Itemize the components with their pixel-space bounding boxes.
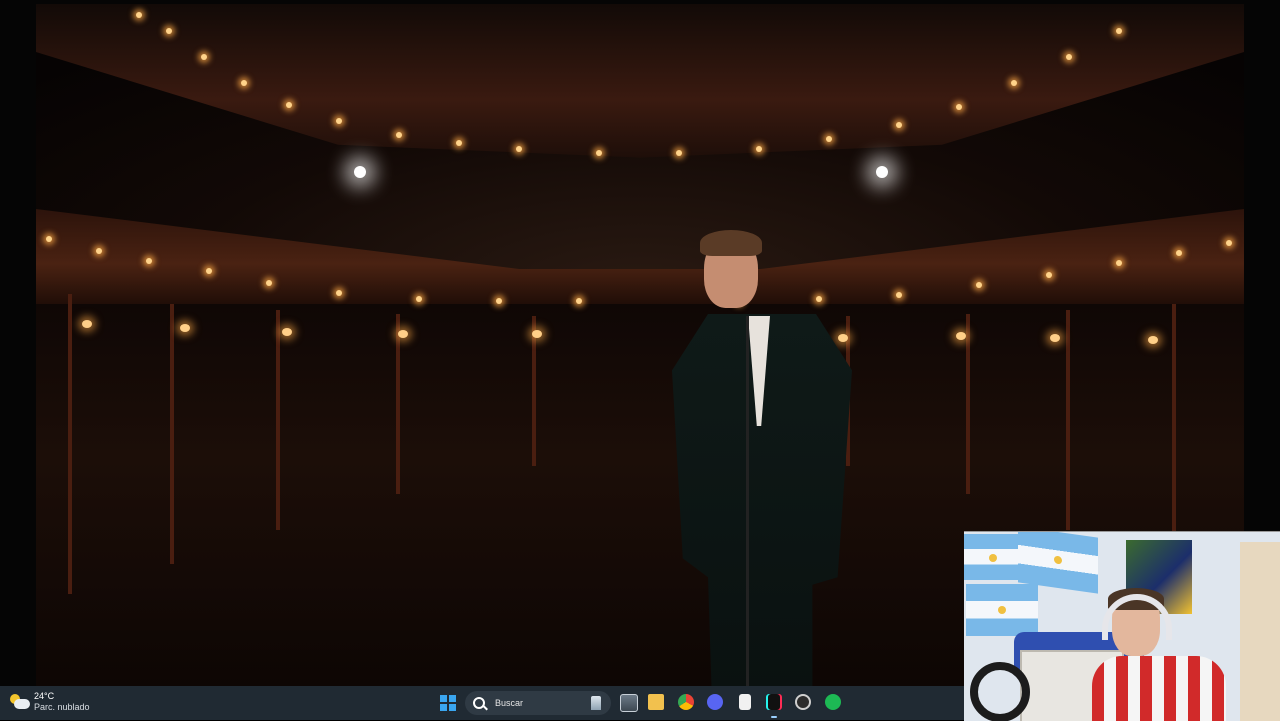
file-explorer-icon[interactable] (648, 694, 664, 710)
webcam-overlay (964, 531, 1280, 721)
balcony-bulb (201, 54, 207, 60)
balcony-bulb (1226, 240, 1232, 246)
singer-hair (700, 230, 762, 256)
partly-cloudy-icon (10, 693, 30, 711)
singer-figure (656, 230, 866, 686)
balcony-bulb (336, 290, 342, 296)
balcony-bulb (266, 280, 272, 286)
balcony-bulb (976, 282, 982, 288)
wall-lamp (180, 324, 190, 332)
sun-icon (989, 553, 998, 562)
obs-icon[interactable] (795, 694, 811, 710)
wall-lamp (1148, 336, 1158, 344)
balcony-bulb (596, 150, 602, 156)
lower-balcony (36, 209, 1244, 309)
search-icon (473, 697, 485, 709)
start-button[interactable] (440, 695, 456, 711)
balcony-bulb (676, 150, 682, 156)
balcony-bulb (241, 80, 247, 86)
weather-widget[interactable]: 24°C Parc. nublado (10, 691, 90, 713)
balcony-bulb (286, 102, 292, 108)
balcony-bulb (1066, 54, 1072, 60)
balcony-bulb (166, 28, 172, 34)
pillar (68, 294, 72, 594)
balcony-bulb (1116, 28, 1122, 34)
sun-icon (1054, 555, 1062, 565)
wall-lamp (82, 320, 92, 328)
pillar (532, 316, 536, 466)
wall-lamp (1050, 334, 1060, 342)
sun-icon (998, 606, 1007, 615)
balcony-bulb (896, 122, 902, 128)
discord-icon[interactable] (707, 694, 723, 710)
person-jersey (1092, 656, 1226, 721)
balcony-bulb (576, 298, 582, 304)
balcony-bulb (1011, 80, 1017, 86)
wall-lamp (956, 332, 966, 340)
pillar (1172, 304, 1176, 564)
upper-balcony (36, 4, 1244, 158)
balcony-bulb (756, 146, 762, 152)
pillar (396, 314, 400, 494)
pillar (276, 310, 280, 530)
balcony-bulb (46, 236, 52, 242)
balcony-bulb (96, 248, 102, 254)
lighthouse-icon (591, 696, 601, 710)
argentina-flag (966, 584, 1038, 636)
spotlight-left (354, 166, 366, 178)
active-indicator (771, 716, 777, 718)
balcony-bulb (206, 268, 212, 274)
cabinet (1240, 542, 1280, 721)
pillar (1066, 310, 1070, 530)
balcony-bulb (416, 296, 422, 302)
pillar (966, 314, 970, 494)
balcony-bulb (1176, 250, 1182, 256)
balcony-bulb (456, 140, 462, 146)
pillar (170, 304, 174, 564)
wall-lamp (398, 330, 408, 338)
balcony-bulb (1046, 272, 1052, 278)
spotlight-right (876, 166, 888, 178)
balcony-bulb (516, 146, 522, 152)
balcony-bulb (896, 292, 902, 298)
tiktok-icon[interactable] (766, 694, 782, 710)
wall-lamp (282, 328, 292, 336)
taskbar: 24°C Parc. nublado Buscar (0, 686, 964, 720)
search-placeholder: Buscar (495, 698, 524, 708)
search-box[interactable]: Buscar (465, 691, 611, 715)
steering-wheel (970, 662, 1030, 721)
balcony-bulb (496, 298, 502, 304)
weather-temperature: 24°C (34, 691, 55, 701)
balcony-bulb (136, 12, 142, 18)
microphone-stand (746, 316, 749, 686)
balcony-bulb (826, 136, 832, 142)
chrome-icon[interactable] (678, 694, 694, 710)
argentina-flag (964, 534, 1020, 580)
weather-condition: Parc. nublado (34, 702, 90, 712)
balcony-bulb (146, 258, 152, 264)
wall-lamp (532, 330, 542, 338)
balcony-bulb (956, 104, 962, 110)
task-view-icon[interactable] (620, 694, 638, 712)
spotify-icon[interactable] (825, 694, 841, 710)
balcony-bulb (396, 132, 402, 138)
balcony-bulb (1116, 260, 1122, 266)
balcony-bulb (336, 118, 342, 124)
document-icon[interactable] (739, 694, 751, 710)
